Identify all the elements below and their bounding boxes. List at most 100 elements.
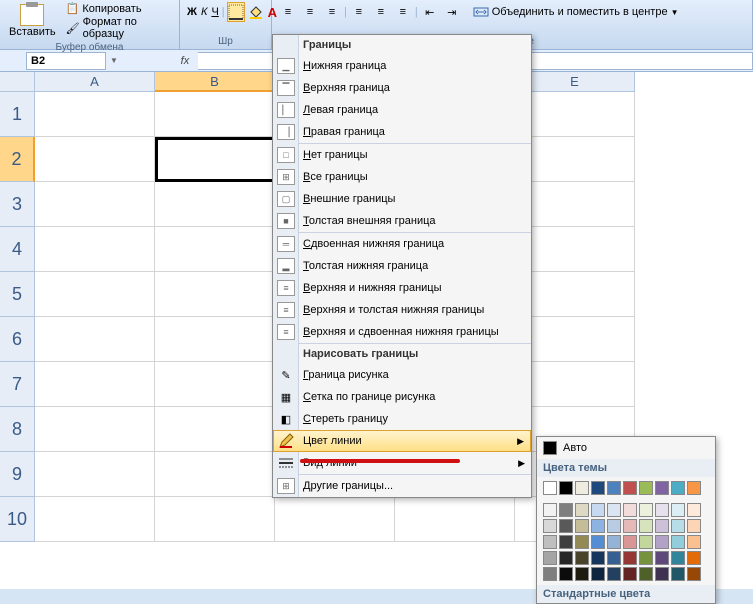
- borders-dropdown-button[interactable]: [227, 2, 245, 22]
- color-swatch[interactable]: [655, 535, 669, 549]
- color-swatch[interactable]: [687, 551, 701, 565]
- color-swatch[interactable]: [543, 535, 557, 549]
- row-header[interactable]: 1: [0, 92, 35, 137]
- select-all-corner[interactable]: [0, 72, 35, 92]
- color-swatch[interactable]: [687, 503, 701, 517]
- color-swatch[interactable]: [623, 535, 637, 549]
- cell[interactable]: [155, 497, 275, 542]
- cell[interactable]: [35, 497, 155, 542]
- italic-button[interactable]: К: [200, 2, 208, 22]
- color-swatch[interactable]: [687, 519, 701, 533]
- color-swatch[interactable]: [623, 503, 637, 517]
- cell[interactable]: [515, 137, 635, 182]
- color-swatch[interactable]: [575, 567, 589, 581]
- cell[interactable]: [155, 407, 275, 452]
- cell[interactable]: [35, 227, 155, 272]
- row-header[interactable]: 4: [0, 227, 35, 272]
- copy-button[interactable]: 📋 Копировать: [63, 2, 173, 15]
- color-swatch[interactable]: [639, 551, 653, 565]
- other-borders-menu-item[interactable]: ⊞ Другие границы...: [273, 475, 531, 497]
- column-header[interactable]: B: [155, 72, 275, 92]
- align-middle-button[interactable]: ≡: [300, 2, 320, 22]
- indent-dec-button[interactable]: ⇤: [420, 2, 440, 22]
- color-swatch[interactable]: [655, 503, 669, 517]
- color-swatch[interactable]: [591, 481, 605, 495]
- color-swatch[interactable]: [671, 519, 685, 533]
- name-box[interactable]: [26, 52, 106, 70]
- color-swatch[interactable]: [639, 519, 653, 533]
- color-swatch[interactable]: [559, 551, 573, 565]
- line-style-menu-item[interactable]: Вид линии ▶: [273, 452, 531, 474]
- paste-button[interactable]: Вставить: [6, 3, 59, 39]
- color-swatch[interactable]: [607, 481, 621, 495]
- draw-menu-item[interactable]: ▦Сетка по границе рисунка: [273, 386, 531, 408]
- color-swatch[interactable]: [687, 567, 701, 581]
- color-swatch[interactable]: [655, 567, 669, 581]
- cell[interactable]: [515, 272, 635, 317]
- cell[interactable]: [155, 182, 275, 227]
- underline-button[interactable]: Ч: [210, 2, 219, 22]
- color-swatch[interactable]: [655, 519, 669, 533]
- cell[interactable]: [515, 182, 635, 227]
- color-swatch[interactable]: [575, 519, 589, 533]
- border-menu-item[interactable]: ≡Верхняя и нижняя границы: [273, 277, 531, 299]
- fx-icon[interactable]: fx: [176, 52, 194, 70]
- color-swatch[interactable]: [623, 519, 637, 533]
- color-swatch[interactable]: [671, 567, 685, 581]
- row-header[interactable]: 10: [0, 497, 35, 542]
- color-swatch[interactable]: [671, 481, 685, 495]
- color-swatch[interactable]: [543, 481, 557, 495]
- fill-color-button[interactable]: [247, 2, 265, 22]
- draw-menu-item[interactable]: ✎Граница рисунка: [273, 364, 531, 386]
- cell[interactable]: [35, 362, 155, 407]
- color-swatch[interactable]: [575, 481, 589, 495]
- cell[interactable]: [395, 497, 515, 542]
- row-header[interactable]: 2: [0, 137, 35, 182]
- cell[interactable]: [515, 317, 635, 362]
- border-menu-item[interactable]: ⊞Все границы: [273, 166, 531, 188]
- color-swatch[interactable]: [607, 519, 621, 533]
- color-swatch[interactable]: [559, 503, 573, 517]
- cell[interactable]: [35, 137, 155, 182]
- align-top-button[interactable]: ≡: [278, 2, 298, 22]
- color-swatch[interactable]: [607, 551, 621, 565]
- cell[interactable]: [275, 497, 395, 542]
- column-header[interactable]: E: [515, 72, 635, 92]
- row-header[interactable]: 7: [0, 362, 35, 407]
- border-menu-item[interactable]: ═Сдвоенная нижняя граница: [273, 233, 531, 255]
- border-menu-item[interactable]: ▂Толстая нижняя граница: [273, 255, 531, 277]
- row-header[interactable]: 6: [0, 317, 35, 362]
- draw-menu-item[interactable]: ◧Стереть границу: [273, 408, 531, 430]
- cell[interactable]: [35, 272, 155, 317]
- cell[interactable]: [155, 452, 275, 497]
- border-menu-item[interactable]: ▏Левая граница: [273, 99, 531, 121]
- color-swatch[interactable]: [543, 519, 557, 533]
- align-bottom-button[interactable]: ≡: [322, 2, 342, 22]
- color-swatch[interactable]: [623, 481, 637, 495]
- cell[interactable]: [155, 227, 275, 272]
- color-swatch[interactable]: [559, 535, 573, 549]
- color-swatch[interactable]: [687, 481, 701, 495]
- format-painter-button[interactable]: 🖌 Формат по образцу: [63, 16, 173, 40]
- color-swatch[interactable]: [591, 535, 605, 549]
- color-swatch[interactable]: [575, 551, 589, 565]
- color-swatch[interactable]: [559, 481, 573, 495]
- border-menu-item[interactable]: ▢Внешние границы: [273, 188, 531, 210]
- cell[interactable]: [155, 317, 275, 362]
- bold-button[interactable]: Ж: [186, 2, 198, 22]
- color-swatch[interactable]: [591, 551, 605, 565]
- color-swatch[interactable]: [607, 535, 621, 549]
- border-menu-item[interactable]: ▔Верхняя граница: [273, 77, 531, 99]
- color-swatch[interactable]: [575, 503, 589, 517]
- indent-inc-button[interactable]: ⇥: [442, 2, 462, 22]
- row-header[interactable]: 8: [0, 407, 35, 452]
- cell[interactable]: [35, 407, 155, 452]
- border-menu-item[interactable]: ▁Нижняя граница: [273, 55, 531, 77]
- color-swatch[interactable]: [639, 567, 653, 581]
- color-swatch[interactable]: [655, 551, 669, 565]
- color-swatch[interactable]: [655, 481, 669, 495]
- border-menu-item[interactable]: ■Толстая внешняя граница: [273, 210, 531, 232]
- cell[interactable]: [515, 92, 635, 137]
- color-swatch[interactable]: [591, 503, 605, 517]
- cell[interactable]: [155, 92, 275, 137]
